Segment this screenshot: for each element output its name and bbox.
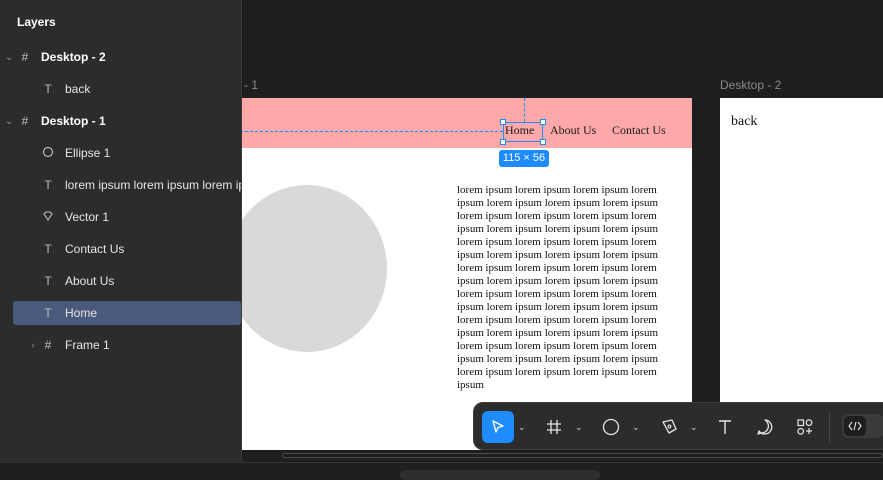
layer-about-us[interactable]: T About Us bbox=[0, 269, 241, 293]
layer-label: About Us bbox=[65, 274, 115, 288]
layer-vector-1[interactable]: Vector 1 bbox=[0, 205, 241, 229]
layer-label: Vector 1 bbox=[65, 210, 110, 224]
layer-lorem-text[interactable]: T lorem ipsum lorem ipsum lorem ip bbox=[0, 173, 241, 197]
layer-back[interactable]: T back bbox=[0, 77, 241, 101]
layer-desktop-1[interactable]: ⌄ # Desktop - 1 bbox=[0, 109, 241, 133]
cursor-arrow-icon bbox=[492, 420, 504, 433]
text-icon: T bbox=[44, 242, 52, 256]
move-tool-button[interactable] bbox=[482, 411, 514, 443]
frame1-title-label[interactable]: - 1 bbox=[244, 78, 258, 92]
comment-tool-button[interactable] bbox=[749, 411, 781, 443]
toolbar-separator bbox=[829, 411, 830, 443]
dev-mode-toggle[interactable] bbox=[842, 414, 883, 438]
frame2-title-label[interactable]: Desktop - 2 bbox=[720, 78, 781, 92]
ellipse-1[interactable] bbox=[227, 185, 387, 352]
layer-label: lorem ipsum lorem ipsum lorem ip bbox=[65, 178, 241, 192]
lorem-text-block[interactable]: lorem ipsum lorem ipsum lorem ipsum lore… bbox=[457, 184, 677, 392]
ellipse-icon bbox=[41, 146, 55, 160]
nav-about-text[interactable]: About Us bbox=[550, 123, 596, 138]
layer-label: Frame 1 bbox=[65, 338, 110, 352]
text-icon: T bbox=[44, 82, 52, 96]
layer-label: back bbox=[65, 82, 91, 96]
layer-home[interactable]: T Home bbox=[13, 301, 241, 325]
chevron-down-icon[interactable]: ⌄ bbox=[575, 422, 583, 433]
ellipse-tool-button[interactable] bbox=[595, 411, 627, 443]
chevron-down-icon[interactable]: ⌄ bbox=[4, 52, 14, 63]
layer-label: Ellipse 1 bbox=[65, 146, 111, 160]
layer-label: Desktop - 1 bbox=[41, 114, 106, 128]
nav-contact-text[interactable]: Contact Us bbox=[612, 123, 666, 138]
desktop-2-frame[interactable]: back bbox=[720, 98, 883, 450]
frame-hash-icon: # bbox=[21, 114, 29, 128]
layer-ellipse-1[interactable]: Ellipse 1 bbox=[0, 141, 241, 165]
shapes-components-icon bbox=[797, 419, 813, 435]
layers-panel-title: Layers bbox=[17, 15, 56, 29]
frame-hash-icon bbox=[547, 420, 561, 434]
selection-box[interactable] bbox=[503, 122, 543, 142]
desktop-1-frame[interactable]: Home About Us Contact Us lorem ipsum lor… bbox=[200, 98, 692, 450]
bottom-toolbar: ⌄ ⌄ ⌄ ⌄ bbox=[473, 402, 883, 450]
selection-size-badge: 115 × 56 bbox=[499, 150, 549, 167]
back-text[interactable]: back bbox=[731, 114, 757, 130]
text-tool-button[interactable] bbox=[709, 411, 741, 443]
frame-tool-button[interactable] bbox=[538, 411, 570, 443]
resize-handle-top-left[interactable] bbox=[500, 119, 506, 125]
layer-frame-1[interactable]: › # Frame 1 bbox=[0, 333, 241, 357]
resize-handle-bottom-left[interactable] bbox=[500, 139, 506, 145]
layers-panel: Layers ⌄ # Desktop - 2 T back ⌄ # Deskto… bbox=[0, 0, 242, 462]
layer-label: Home bbox=[65, 306, 98, 320]
code-brackets-icon bbox=[844, 416, 866, 436]
chevron-down-icon[interactable]: ⌄ bbox=[518, 422, 526, 433]
alignment-guide-vertical bbox=[524, 98, 525, 122]
chevron-down-icon[interactable]: ⌄ bbox=[690, 422, 698, 433]
comment-bubble-icon bbox=[757, 419, 773, 435]
taskbar-search-pill[interactable] bbox=[400, 470, 600, 480]
components-tool-button[interactable] bbox=[789, 411, 821, 443]
text-icon: T bbox=[44, 306, 52, 320]
pen-icon bbox=[662, 419, 677, 434]
text-icon: T bbox=[44, 274, 52, 288]
chevron-right-icon[interactable]: › bbox=[28, 340, 38, 350]
layer-label: Contact Us bbox=[65, 242, 125, 256]
layer-desktop-2[interactable]: ⌄ # Desktop - 2 bbox=[0, 45, 241, 69]
chevron-down-icon[interactable]: ⌄ bbox=[4, 116, 14, 127]
text-icon: T bbox=[44, 178, 52, 192]
text-icon bbox=[719, 420, 731, 434]
ellipse-icon bbox=[602, 418, 620, 436]
resize-handle-top-right[interactable] bbox=[540, 119, 546, 125]
layer-contact-us[interactable]: T Contact Us bbox=[0, 237, 241, 261]
os-taskbar bbox=[0, 462, 883, 480]
pen-tool-button[interactable] bbox=[653, 411, 685, 443]
vector-icon bbox=[41, 210, 55, 224]
layer-label: Desktop - 2 bbox=[41, 50, 106, 64]
frame-hash-icon: # bbox=[44, 338, 52, 352]
resize-handle-bottom-right[interactable] bbox=[540, 139, 546, 145]
alignment-guide-horizontal bbox=[200, 131, 503, 132]
chevron-down-icon[interactable]: ⌄ bbox=[632, 422, 640, 433]
frame-hash-icon: # bbox=[21, 50, 29, 64]
horizontal-scrollbar[interactable] bbox=[282, 453, 883, 458]
